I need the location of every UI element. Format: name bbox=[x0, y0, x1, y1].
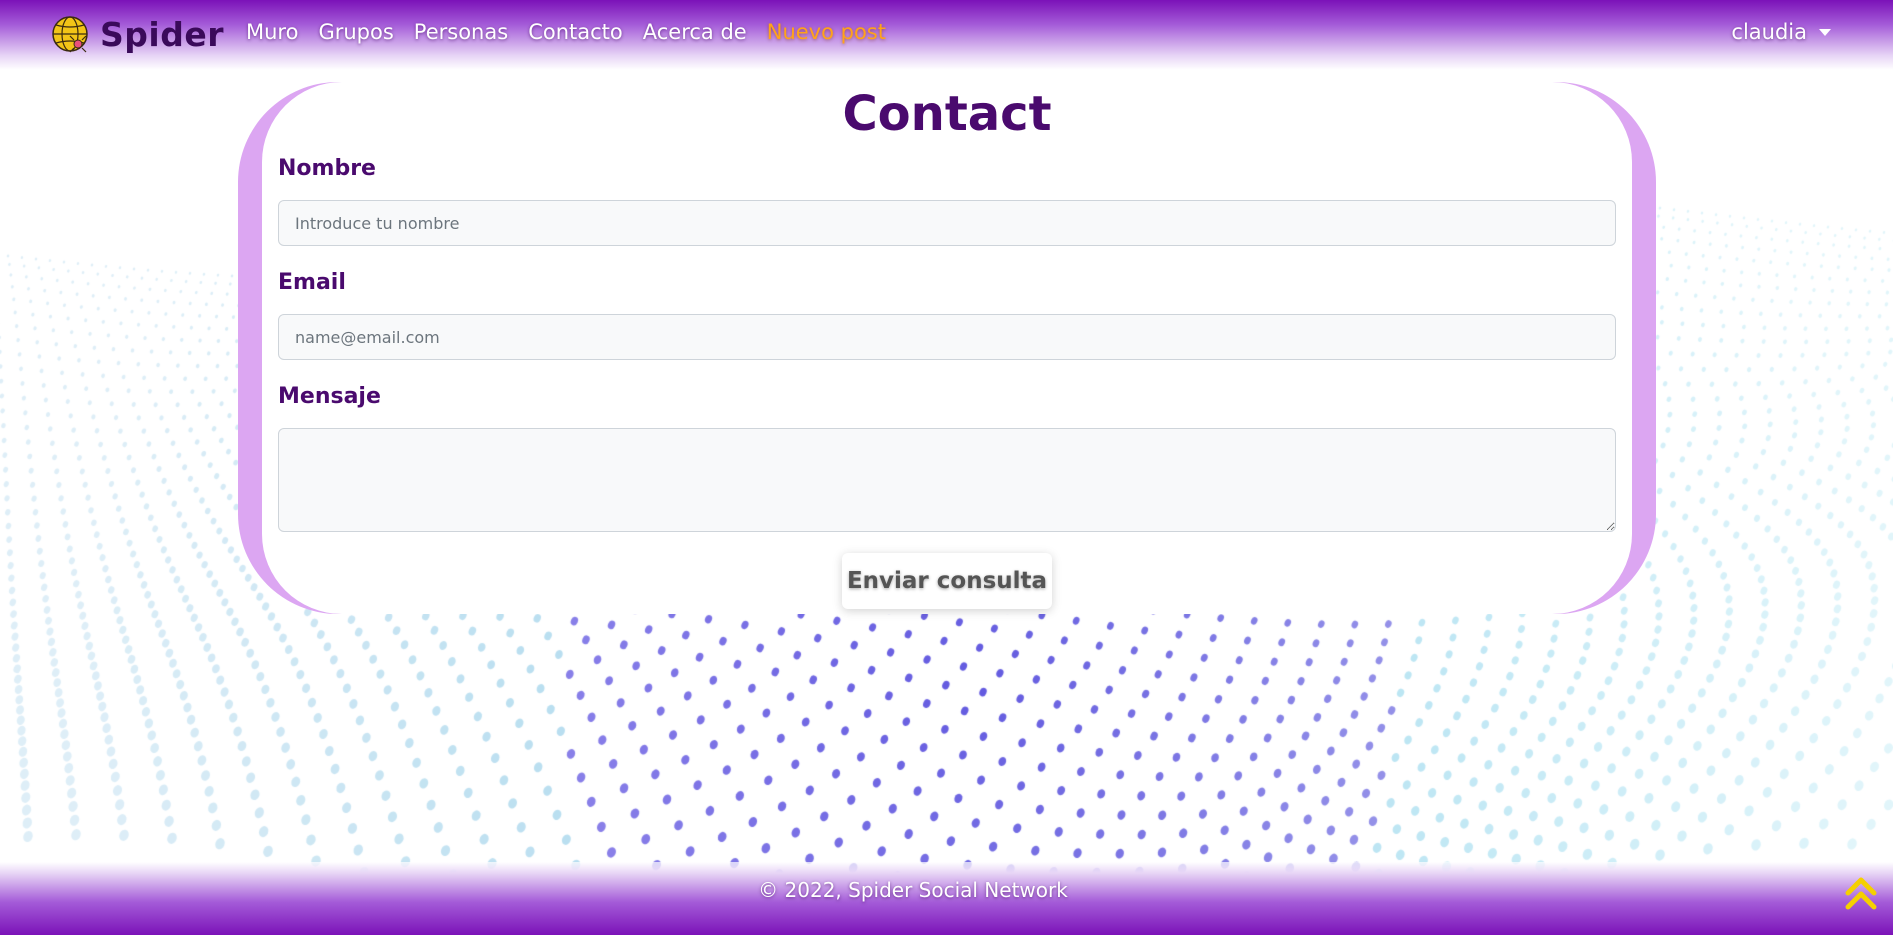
user-menu-dropdown[interactable]: claudia bbox=[1731, 20, 1831, 44]
nav-link-muro[interactable]: Muro bbox=[246, 20, 298, 44]
name-label: Nombre bbox=[278, 156, 376, 181]
nav-links: Muro Grupos Personas Contacto Acerca de … bbox=[246, 20, 906, 44]
contact-card-border: Contact Nombre Email Mensaje Enviar cons… bbox=[238, 82, 1656, 614]
footer: © 2022, Spider Social Network bbox=[0, 862, 1893, 935]
footer-copyright: © 2022, Spider Social Network bbox=[758, 878, 1068, 902]
name-input[interactable] bbox=[278, 200, 1616, 246]
navbar: Spider Muro Grupos Personas Contacto Ace… bbox=[0, 0, 1893, 70]
nav-link-personas[interactable]: Personas bbox=[414, 20, 508, 44]
contact-card: Contact Nombre Email Mensaje Enviar cons… bbox=[262, 82, 1632, 614]
brand-name: Spider bbox=[100, 14, 224, 54]
nav-link-acerca-de[interactable]: Acerca de bbox=[643, 20, 747, 44]
caret-down-icon bbox=[1819, 28, 1831, 36]
page-title: Contact bbox=[842, 86, 1052, 142]
user-name: claudia bbox=[1731, 20, 1807, 44]
nav-link-grupos[interactable]: Grupos bbox=[318, 20, 393, 44]
double-chevron-up-icon[interactable] bbox=[1845, 873, 1877, 913]
nav-link-contacto[interactable]: Contacto bbox=[528, 20, 623, 44]
submit-button[interactable]: Enviar consulta bbox=[842, 553, 1052, 609]
globe-spider-logo-icon bbox=[52, 16, 88, 53]
email-input[interactable] bbox=[278, 314, 1616, 360]
brand[interactable]: Spider bbox=[50, 14, 224, 54]
message-textarea[interactable] bbox=[278, 428, 1616, 532]
email-label: Email bbox=[278, 270, 346, 295]
nav-link-nuevo-post[interactable]: Nuevo post bbox=[767, 20, 886, 44]
message-label: Mensaje bbox=[278, 384, 381, 409]
